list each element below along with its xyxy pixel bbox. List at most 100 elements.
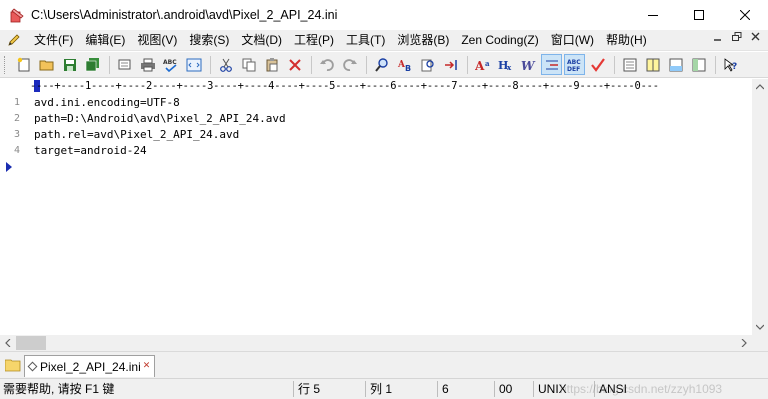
heading-icon[interactable]: Hx xyxy=(495,54,516,75)
window-title: C:\Users\Administrator\.android\avd\Pixe… xyxy=(31,8,338,22)
scroll-left-icon[interactable] xyxy=(0,335,16,351)
menu-project[interactable]: 工程(P) xyxy=(288,31,340,50)
column-mode-icon[interactable]: ABC DEF xyxy=(564,54,585,75)
goto-icon[interactable] xyxy=(440,54,461,75)
redo-icon[interactable] xyxy=(339,54,360,75)
close-icon xyxy=(740,10,750,20)
code-line[interactable]: avd.ini.encoding=UTF-8 xyxy=(34,95,286,111)
code-line[interactable]: target=android-24 xyxy=(34,143,286,159)
title-bar: C:\Users\Administrator\.android\avd\Pixe… xyxy=(0,0,768,30)
svg-text:?: ? xyxy=(732,62,737,72)
menu-tools[interactable]: 工具(T) xyxy=(340,31,391,50)
vertical-scrollbar[interactable] xyxy=(752,79,768,335)
toolbar-separator xyxy=(210,55,211,74)
find-icon[interactable] xyxy=(371,54,392,75)
copy-icon[interactable] xyxy=(238,54,259,75)
app-icon[interactable] xyxy=(9,7,25,23)
minimize-icon xyxy=(714,39,721,41)
context-help-icon[interactable]: ? xyxy=(720,54,741,75)
check-mark-icon[interactable] xyxy=(587,54,608,75)
horizontal-scrollbar[interactable] xyxy=(0,335,752,351)
toolbar-separator xyxy=(614,55,615,74)
code-text[interactable]: avd.ini.encoding=UTF-8 path=D:\Android\a… xyxy=(34,95,286,175)
scrollbar-corner xyxy=(752,335,768,351)
close-button[interactable] xyxy=(722,0,768,30)
scroll-down-icon[interactable] xyxy=(752,319,768,335)
open-folder-icon[interactable] xyxy=(36,54,57,75)
editor-area[interactable]: 1 2 3 4 avd.ini.encoding=UTF-8 path=D:\A… xyxy=(0,93,752,335)
mdi-close-button[interactable] xyxy=(748,32,764,48)
minimize-icon xyxy=(648,15,658,16)
close-icon xyxy=(751,32,760,41)
toolbar-separator xyxy=(467,55,468,74)
svg-text:B: B xyxy=(405,64,411,73)
mdi-restore-button[interactable] xyxy=(729,32,745,48)
find-in-files-icon[interactable] xyxy=(417,54,438,75)
tab-close-icon[interactable]: ✕ xyxy=(143,362,151,371)
replace-icon[interactable]: AB xyxy=(394,54,415,75)
line-number xyxy=(0,159,28,175)
status-bar: 需要帮助, 请按 F1 键 行 5 列 1 6 00 UNIX ANSI htt… xyxy=(0,378,768,399)
menu-document[interactable]: 文档(D) xyxy=(235,31,288,50)
svg-text:W: W xyxy=(521,59,536,73)
menu-help[interactable]: 帮助(H) xyxy=(600,31,653,50)
new-file-icon[interactable] xyxy=(13,54,34,75)
maximize-icon xyxy=(694,10,704,20)
svg-text:A: A xyxy=(475,59,485,73)
status-line: 行 5 xyxy=(298,382,321,396)
indent-icon[interactable] xyxy=(541,54,562,75)
mdi-minimize-button[interactable] xyxy=(710,32,726,48)
scroll-up-icon[interactable] xyxy=(752,79,768,95)
ruler-scale: ----+----1----+----2----+----3----+----4… xyxy=(30,80,659,92)
menu-search[interactable]: 搜索(S) xyxy=(183,31,235,50)
status-code: 00 xyxy=(499,382,513,396)
spell-check-icon[interactable]: ABC xyxy=(160,54,181,75)
svg-text:a: a xyxy=(485,59,490,68)
undo-icon[interactable] xyxy=(316,54,337,75)
scroll-right-icon[interactable] xyxy=(736,335,752,351)
font-icon[interactable]: Aa xyxy=(472,54,493,75)
toolbar: ABC AB Aa Hx W ABC DEF ? xyxy=(0,52,768,78)
code-line[interactable] xyxy=(34,159,286,175)
delete-icon[interactable] xyxy=(284,54,305,75)
menu-browser[interactable]: 浏览器(B) xyxy=(391,31,455,50)
menu-view[interactable]: 视图(V) xyxy=(131,31,183,50)
status-divider xyxy=(437,381,438,397)
pencil-icon xyxy=(6,32,22,48)
maximize-button[interactable] xyxy=(676,0,722,30)
document-view-icon[interactable] xyxy=(619,54,640,75)
toolbar-grip[interactable] xyxy=(4,55,7,74)
browser-preview-icon[interactable] xyxy=(183,54,204,75)
project-window-icon[interactable] xyxy=(688,54,709,75)
paste-icon[interactable] xyxy=(261,54,282,75)
cut-icon[interactable] xyxy=(215,54,236,75)
menu-window[interactable]: 窗口(W) xyxy=(545,31,600,50)
toolbar-separator xyxy=(311,55,312,74)
code-line[interactable]: path.rel=avd\Pixel_2_API_24.avd xyxy=(34,127,286,143)
word-wrap-icon[interactable]: W xyxy=(518,54,539,75)
status-value: 6 xyxy=(442,382,449,396)
save-icon[interactable] xyxy=(59,54,80,75)
svg-text:ABC: ABC xyxy=(567,59,581,66)
menu-edit[interactable]: 编辑(E) xyxy=(79,31,131,50)
document-icon xyxy=(27,361,38,372)
svg-text:x: x xyxy=(507,63,512,72)
print-preview-icon[interactable] xyxy=(114,54,135,75)
watermark-text: https://blog.csdn.net/zzyh1093 xyxy=(560,382,723,396)
print-icon[interactable] xyxy=(137,54,158,75)
split-view-icon[interactable] xyxy=(642,54,663,75)
save-all-icon[interactable] xyxy=(82,54,103,75)
code-line[interactable]: path=D:\Android\avd\Pixel_2_API_24.avd xyxy=(34,111,286,127)
document-tab-bar: Pixel_2_API_24.ini ✕ xyxy=(0,351,768,378)
ruler: ----+----1----+----2----+----3----+----4… xyxy=(0,79,752,93)
menu-file[interactable]: 文件(F) xyxy=(28,31,79,50)
status-divider xyxy=(293,381,294,397)
line-number-gutter: 1 2 3 4 xyxy=(0,95,28,175)
minimize-button[interactable] xyxy=(630,0,676,30)
menu-zen-coding[interactable]: Zen Coding(Z) xyxy=(455,31,544,50)
tab-pixel-2-api-24-ini[interactable]: Pixel_2_API_24.ini ✕ xyxy=(24,355,156,377)
output-window-icon[interactable] xyxy=(665,54,686,75)
folder-icon[interactable] xyxy=(4,358,21,372)
horizontal-scroll-thumb[interactable] xyxy=(16,336,46,350)
toolbar-separator xyxy=(366,55,367,74)
